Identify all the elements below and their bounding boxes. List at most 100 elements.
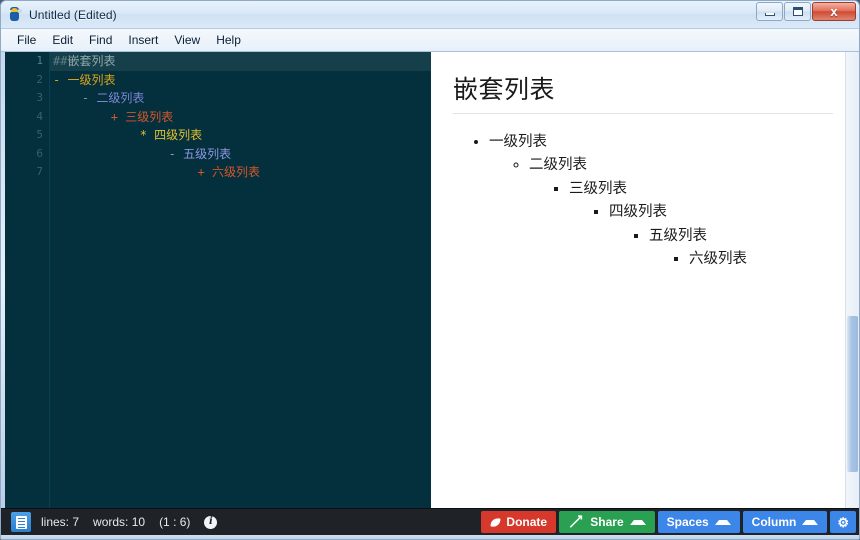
list-item-label: 五级列表 — [649, 227, 707, 244]
code-text: 四级列表 — [154, 128, 203, 142]
list-item-label: 二级列表 — [529, 157, 587, 174]
donate-button[interactable]: Donate — [481, 511, 557, 533]
code-line[interactable]: + 三级列表 — [50, 108, 431, 127]
code-text: 六级列表 — [211, 165, 260, 179]
code-marker: + — [110, 109, 119, 124]
column-label: Column — [751, 515, 797, 529]
column-button[interactable]: Column — [742, 511, 828, 533]
settings-button[interactable]: ⚙ — [830, 511, 856, 533]
line-number: 1 — [36, 54, 43, 67]
app-window: Untitled (Edited) x File Edit Find Inser… — [0, 0, 860, 540]
menu-help[interactable]: Help — [208, 31, 249, 49]
code-line[interactable]: * 四级列表 — [50, 126, 431, 145]
window-title: Untitled (Edited) — [29, 7, 117, 22]
preview-pane: 嵌套列表 一级列表 二级列表 三级列表 四级列表 五级列表 — [431, 52, 859, 508]
lines-count: lines: 7 — [41, 515, 80, 529]
menu-view[interactable]: View — [166, 31, 208, 49]
code-marker: ## — [53, 54, 68, 68]
menu-find[interactable]: Find — [81, 31, 120, 49]
spaces-button[interactable]: Spaces — [657, 511, 740, 533]
code-text: 三级列表 — [125, 109, 174, 124]
window-bottom-edge — [1, 535, 859, 539]
spaces-label: Spaces — [666, 515, 709, 529]
line-number: 6 — [36, 146, 43, 160]
menu-insert[interactable]: Insert — [120, 31, 166, 49]
chevron-up-icon — [629, 519, 646, 525]
code-text: 一级列表 — [67, 72, 116, 87]
code-line[interactable]: ## 嵌套列表 — [50, 52, 431, 71]
preview-scrollbar[interactable] — [845, 52, 859, 508]
line-number-gutter: 1 2 3 4 5 6 7 — [5, 52, 50, 508]
list-item: 三级列表 四级列表 五级列表 六级列表 — [569, 177, 833, 275]
markdown-editor-pane[interactable]: 1 2 3 4 5 6 7 ## 嵌套列表 - 一级列表 - 二级列表 + 三级… — [5, 52, 431, 508]
donate-label: Donate — [506, 515, 548, 529]
maximize-button[interactable] — [784, 2, 811, 21]
feather-icon — [490, 517, 501, 528]
code-marker: - — [168, 146, 176, 161]
chevron-up-icon — [714, 519, 731, 525]
gear-icon: ⚙ — [837, 514, 849, 530]
list-item-label: 六级列表 — [689, 251, 747, 268]
preview-sublist: 二级列表 三级列表 四级列表 五级列表 六级列表 — [489, 153, 833, 275]
app-logo-icon — [7, 6, 23, 23]
info-icon[interactable]: i — [204, 515, 218, 529]
chevron-up-icon — [802, 519, 819, 525]
status-right-group: Donate ⟶ Share Spaces Column ⚙ — [481, 510, 856, 533]
preview-heading: 嵌套列表 — [453, 70, 833, 114]
line-number: 3 — [36, 91, 43, 104]
preview-sublist: 三级列表 四级列表 五级列表 六级列表 — [529, 177, 833, 275]
menu-file[interactable]: File — [9, 31, 44, 49]
list-item: 一级列表 二级列表 三级列表 四级列表 五级列表 — [489, 130, 833, 277]
title-bar: Untitled (Edited) x — [1, 1, 859, 29]
list-item-label: 一级列表 — [489, 134, 547, 150]
minimize-icon — [764, 12, 775, 16]
preview-sublist: 五级列表 六级列表 — [609, 224, 833, 273]
line-number: 4 — [36, 109, 43, 123]
code-area[interactable]: ## 嵌套列表 - 一级列表 - 二级列表 + 三级列表 * 四级列表 - 五级… — [50, 52, 431, 508]
arrow-up-right-icon: ⟶ — [564, 510, 588, 533]
list-item: 六级列表 — [689, 247, 833, 271]
status-left-group: lines: 7 words: 10 (1 : 6) i — [1, 512, 218, 532]
words-count: words: 10 — [93, 515, 146, 529]
line-number: 5 — [36, 128, 43, 141]
line-number: 7 — [36, 165, 43, 178]
close-button[interactable]: x — [812, 2, 856, 21]
menu-edit[interactable]: Edit — [44, 31, 81, 49]
code-text: 二级列表 — [96, 91, 145, 105]
menu-bar: File Edit Find Insert View Help — [1, 29, 859, 52]
minimize-button[interactable] — [756, 2, 783, 21]
code-text: 五级列表 — [183, 146, 232, 161]
close-icon: x — [830, 4, 838, 19]
code-line[interactable]: - 五级列表 — [50, 145, 431, 164]
code-line[interactable]: - 一级列表 — [50, 71, 431, 90]
line-number: 2 — [36, 72, 43, 86]
code-marker: - — [53, 72, 61, 87]
list-item-label: 四级列表 — [609, 204, 667, 221]
preview-list: 一级列表 二级列表 三级列表 四级列表 五级列表 — [453, 130, 833, 277]
code-line[interactable]: + 六级列表 — [50, 163, 431, 182]
maximize-icon — [792, 7, 803, 16]
main-area: 1 2 3 4 5 6 7 ## 嵌套列表 - 一级列表 - 二级列表 + 三级… — [1, 52, 859, 508]
code-marker: * — [139, 128, 147, 142]
list-item: 五级列表 六级列表 — [649, 224, 833, 273]
code-marker: - — [81, 91, 90, 105]
code-marker: + — [197, 165, 205, 179]
code-text: 嵌套列表 — [67, 54, 116, 68]
window-controls: x — [756, 2, 856, 21]
preview-scrollbar-thumb[interactable] — [847, 316, 858, 472]
share-label: Share — [590, 515, 624, 529]
list-item: 二级列表 三级列表 四级列表 五级列表 六级列表 — [529, 153, 833, 275]
list-item-label: 三级列表 — [569, 180, 627, 197]
share-button[interactable]: ⟶ Share — [559, 510, 655, 533]
status-bar: lines: 7 words: 10 (1 : 6) i Donate ⟶ Sh… — [1, 508, 859, 535]
code-line[interactable]: - 二级列表 — [50, 89, 431, 108]
preview-sublist: 六级列表 — [649, 247, 833, 271]
document-icon[interactable] — [11, 512, 31, 532]
cursor-position: (1 : 6) — [159, 515, 191, 529]
list-item: 四级列表 五级列表 六级列表 — [609, 200, 833, 273]
